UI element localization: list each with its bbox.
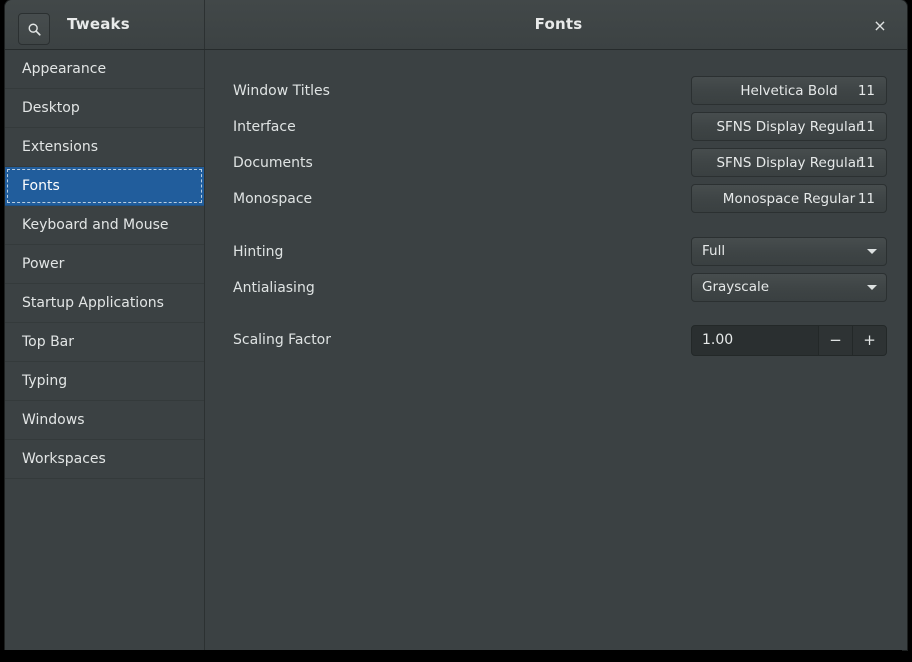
tweaks-window: Tweaks Fonts × Appearance Desktop Extens…	[5, 0, 907, 650]
sidebar-item-label: Power	[22, 256, 64, 272]
antialiasing-value: Grayscale	[702, 274, 769, 301]
close-button[interactable]: ×	[867, 14, 893, 38]
sidebar-item-workspaces[interactable]: Workspaces	[5, 440, 204, 479]
sidebar-item-label: Typing	[22, 373, 67, 389]
sidebar-item-label: Fonts	[22, 178, 60, 194]
font-size: 11	[858, 119, 875, 135]
sidebar-item-label: Workspaces	[22, 451, 106, 467]
sidebar-item-startup-applications[interactable]: Startup Applications	[5, 284, 204, 323]
documents-font-button[interactable]: SFNS Display Regular 11	[691, 148, 887, 177]
scaling-factor-decrement-button[interactable]: −	[818, 326, 852, 355]
setting-row-interface: Interface SFNS Display Regular 11	[206, 112, 907, 142]
setting-label: Window Titles	[233, 76, 330, 106]
font-name: SFNS Display Regular	[716, 119, 861, 135]
sidebar: Appearance Desktop Extensions Fonts Keyb…	[5, 50, 205, 650]
hinting-dropdown[interactable]: Full	[691, 237, 887, 266]
app-title: Tweaks	[67, 0, 130, 49]
monospace-font-button[interactable]: Monospace Regular 11	[691, 184, 887, 213]
sidebar-item-power[interactable]: Power	[5, 245, 204, 284]
setting-row-window-titles: Window Titles Helvetica Bold 11	[206, 76, 907, 106]
setting-label: Hinting	[233, 237, 283, 267]
sidebar-item-typing[interactable]: Typing	[5, 362, 204, 401]
antialiasing-dropdown[interactable]: Grayscale	[691, 273, 887, 302]
setting-row-antialiasing: Antialiasing Grayscale	[206, 273, 907, 303]
chevron-down-icon	[867, 285, 877, 290]
sidebar-item-fonts[interactable]: Fonts	[5, 167, 204, 206]
page-title: Fonts	[210, 0, 907, 49]
sidebar-item-label: Keyboard and Mouse	[22, 217, 168, 233]
font-name: SFNS Display Regular	[716, 155, 861, 171]
setting-label: Interface	[233, 112, 296, 142]
font-size: 11	[858, 155, 875, 171]
sidebar-item-desktop[interactable]: Desktop	[5, 89, 204, 128]
search-icon	[27, 22, 42, 37]
setting-label: Documents	[233, 148, 313, 178]
search-button[interactable]	[18, 13, 50, 45]
header-bar: Tweaks Fonts ×	[5, 0, 907, 50]
sidebar-item-extensions[interactable]: Extensions	[5, 128, 204, 167]
setting-row-hinting: Hinting Full	[206, 237, 907, 267]
font-size: 11	[858, 83, 875, 99]
window-titles-font-button[interactable]: Helvetica Bold 11	[691, 76, 887, 105]
sidebar-item-label: Appearance	[22, 61, 106, 77]
sidebar-item-label: Top Bar	[22, 334, 74, 350]
hinting-value: Full	[702, 238, 725, 265]
sidebar-item-windows[interactable]: Windows	[5, 401, 204, 440]
chevron-down-icon	[867, 249, 877, 254]
interface-font-button[interactable]: SFNS Display Regular 11	[691, 112, 887, 141]
setting-row-scaling-factor: Scaling Factor 1.00 − +	[206, 325, 907, 355]
sidebar-item-label: Extensions	[22, 139, 98, 155]
font-name: Monospace Regular	[723, 191, 855, 207]
scaling-factor-increment-button[interactable]: +	[852, 326, 886, 355]
settings-panel: Window Titles Helvetica Bold 11 Interfac…	[206, 50, 907, 650]
sidebar-item-top-bar[interactable]: Top Bar	[5, 323, 204, 362]
setting-row-monospace: Monospace Monospace Regular 11	[206, 184, 907, 214]
scaling-factor-value[interactable]: 1.00	[692, 326, 818, 355]
font-name: Helvetica Bold	[740, 83, 837, 99]
setting-label: Antialiasing	[233, 273, 315, 303]
sidebar-item-keyboard-and-mouse[interactable]: Keyboard and Mouse	[5, 206, 204, 245]
header-bar-sidebar-section: Tweaks	[5, 0, 205, 49]
scaling-factor-stepper[interactable]: 1.00 − +	[691, 325, 887, 356]
sidebar-item-label: Desktop	[22, 100, 80, 116]
setting-row-documents: Documents SFNS Display Regular 11	[206, 148, 907, 178]
setting-label: Monospace	[233, 184, 312, 214]
font-size: 11	[858, 191, 875, 207]
window-bottom-shadow	[0, 650, 902, 662]
sidebar-item-label: Windows	[22, 412, 85, 428]
sidebar-item-label: Startup Applications	[22, 295, 164, 311]
sidebar-item-appearance[interactable]: Appearance	[5, 50, 204, 89]
setting-label: Scaling Factor	[233, 325, 331, 355]
